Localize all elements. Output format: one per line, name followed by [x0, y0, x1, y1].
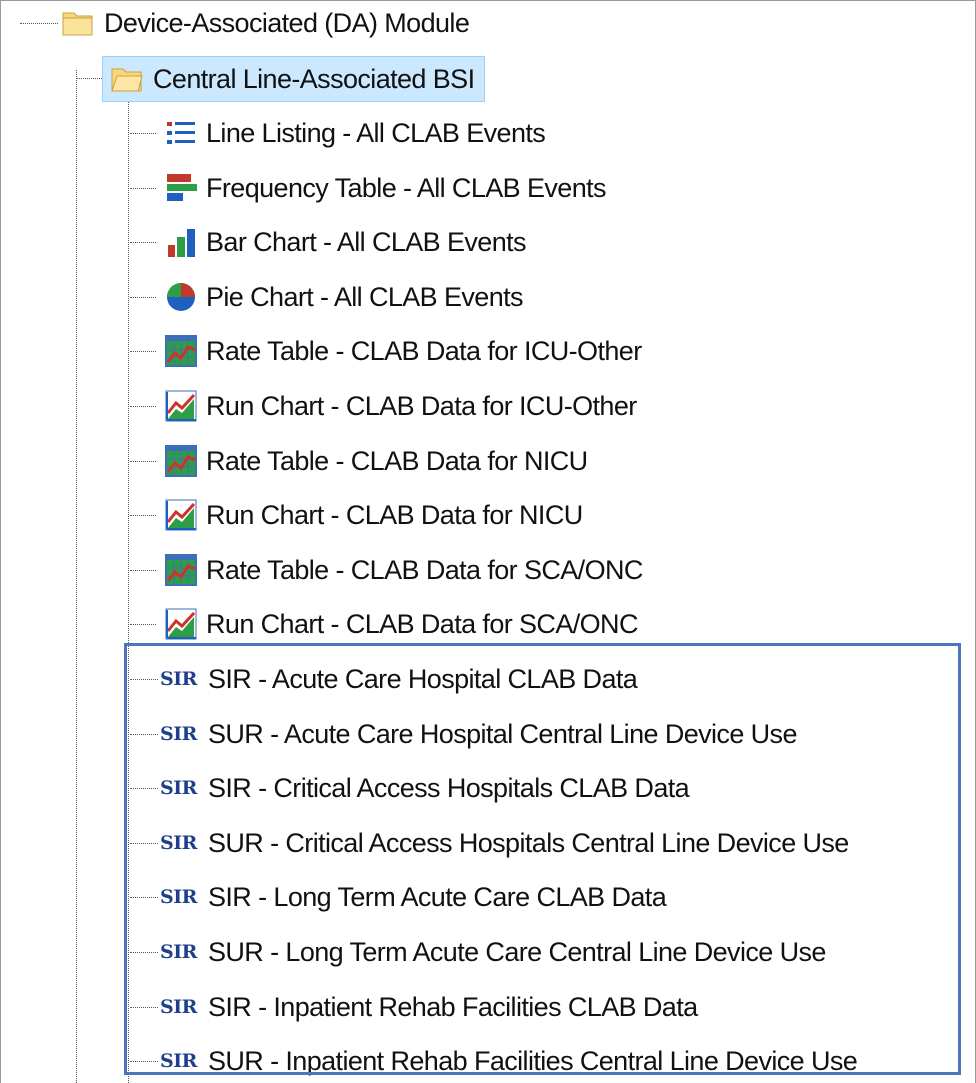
tree-item-report[interactable]: Rate Table - CLAB Data for ICU-Other — [164, 329, 642, 373]
run-chart-icon — [165, 499, 197, 531]
tree-connector — [76, 78, 102, 79]
tree-item-report[interactable]: SIR SUR - Long Term Acute Care Central Li… — [160, 930, 826, 974]
tree-item-report[interactable]: Pie Chart - All CLAB Events — [164, 275, 524, 319]
folder-open-icon — [111, 68, 143, 92]
tree-node-label: Device-Associated (DA) Module — [104, 8, 470, 38]
tree-connector — [130, 1007, 158, 1008]
tree-item-label: SUR - Critical Access Hospitals Central … — [208, 828, 849, 858]
tree-item-label: SIR - Inpatient Rehab Facilities CLAB Da… — [208, 992, 698, 1022]
sir-icon: SIR — [160, 1050, 197, 1072]
tree-item-report[interactable]: Run Chart - CLAB Data for NICU — [164, 493, 583, 537]
tree-node-clabsi-folder[interactable]: Central Line-Associated BSI — [102, 56, 486, 102]
tree-node-label: Central Line-Associated BSI — [153, 64, 475, 94]
tree-item-label: Rate Table - CLAB Data for NICU — [206, 446, 588, 476]
tree-item-report[interactable]: Run Chart - CLAB Data for SCA/ONC — [164, 602, 638, 646]
tree-connector — [130, 843, 158, 844]
tree-item-report[interactable]: Rate Table - CLAB Data for NICU — [164, 439, 588, 483]
tree-item-label: Run Chart - CLAB Data for ICU-Other — [206, 391, 637, 421]
tree-item-label: Pie Chart - All CLAB Events — [206, 282, 524, 312]
tree-connector — [130, 515, 156, 516]
line-listing-icon — [167, 122, 195, 144]
tree-connector — [130, 952, 158, 953]
sir-icon: SIR — [160, 886, 197, 908]
tree-connector — [130, 351, 156, 352]
tree-connector — [130, 242, 156, 243]
tree-item-label: SUR - Long Term Acute Care Central Line … — [208, 937, 826, 967]
tree-item-report[interactable]: SIR SIR - Critical Access Hospitals CLAB … — [160, 766, 690, 810]
tree-connector — [130, 133, 156, 134]
sir-icon: SIR — [160, 832, 197, 854]
tree-item-report[interactable]: Rate Table - CLAB Data for SCA/ONC — [164, 548, 643, 592]
tree-item-report[interactable]: SIR SIR - Long Term Acute Care CLAB Data — [160, 875, 667, 919]
tree-item-label: Run Chart - CLAB Data for NICU — [206, 500, 583, 530]
folder-icon — [62, 12, 93, 36]
run-chart-icon — [165, 608, 197, 640]
sir-icon: SIR — [160, 941, 197, 963]
tree-connector — [130, 1061, 158, 1062]
tree-connector — [130, 897, 158, 898]
tree-connector — [20, 23, 58, 24]
tree-connector — [130, 734, 158, 735]
tree-item-report[interactable]: Bar Chart - All CLAB Events — [164, 220, 527, 264]
tree-item-label: Bar Chart - All CLAB Events — [206, 227, 527, 257]
tree-connector — [130, 297, 156, 298]
tree-item-label: SUR - Inpatient Rehab Facilities Central… — [208, 1046, 858, 1076]
tree-connector — [130, 406, 156, 407]
bar-chart-icon — [168, 229, 195, 257]
tree-item-report[interactable]: Line Listing - All CLAB Events — [164, 111, 546, 155]
tree-item-label: SUR - Acute Care Hospital Central Line D… — [208, 719, 797, 749]
tree-item-report[interactable]: SIR SIR - Acute Care Hospital CLAB Data — [160, 657, 638, 701]
sir-icon: SIR — [160, 777, 197, 799]
tree-connector — [130, 461, 156, 462]
tree-item-label: Rate Table - CLAB Data for ICU-Other — [206, 336, 642, 366]
tree-item-report[interactable]: Run Chart - CLAB Data for ICU-Other — [164, 384, 637, 428]
sir-icon: SIR — [160, 996, 197, 1018]
tree-item-label: SIR - Long Term Acute Care CLAB Data — [208, 882, 667, 912]
tree-border-left — [0, 0, 1, 1083]
tree-connector — [130, 570, 156, 571]
tree-item-label: SIR - Critical Access Hospitals CLAB Dat… — [208, 773, 690, 803]
tree-connector — [130, 679, 158, 680]
tree-connector — [130, 788, 158, 789]
report-tree: Device-Associated (DA) Module Central Li… — [0, 0, 976, 1083]
frequency-table-icon — [167, 174, 197, 201]
tree-item-report[interactable]: SIR SIR - Inpatient Rehab Facilities CLAB… — [160, 985, 698, 1029]
tree-item-label: Rate Table - CLAB Data for SCA/ONC — [206, 555, 643, 585]
tree-item-report[interactable]: SIR SUR - Critical Access Hospitals Centr… — [160, 821, 849, 865]
tree-item-label: Line Listing - All CLAB Events — [206, 118, 546, 148]
sir-icon: SIR — [160, 668, 197, 690]
tree-item-label: SIR - Acute Care Hospital CLAB Data — [208, 664, 638, 694]
tree-connector — [128, 102, 129, 1083]
tree-item-report[interactable]: SIR SUR - Inpatient Rehab Facilities Cent… — [160, 1039, 858, 1083]
tree-item-report[interactable]: SIR SUR - Acute Care Hospital Central Lin… — [160, 712, 797, 756]
sir-icon: SIR — [160, 723, 197, 745]
rate-table-icon — [165, 554, 197, 586]
tree-item-report[interactable]: Frequency Table - All CLAB Events — [164, 166, 607, 210]
tree-connector — [76, 70, 77, 1083]
rate-table-icon — [165, 335, 197, 367]
pie-chart-icon — [167, 283, 195, 311]
tree-item-label: Frequency Table - All CLAB Events — [206, 173, 607, 203]
tree-connector — [130, 624, 156, 625]
tree-node-da-module[interactable]: Device-Associated (DA) Module — [62, 1, 470, 45]
rate-table-icon — [165, 445, 197, 477]
tree-connector — [130, 188, 156, 189]
tree-item-label: Run Chart - CLAB Data for SCA/ONC — [206, 609, 638, 639]
run-chart-icon — [165, 390, 197, 422]
